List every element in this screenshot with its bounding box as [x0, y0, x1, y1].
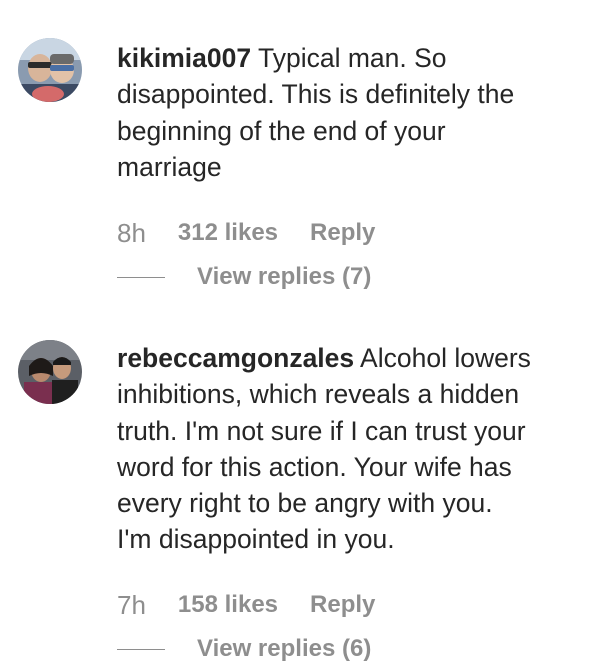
- reply-button[interactable]: Reply: [310, 219, 375, 247]
- avatar[interactable]: [18, 340, 82, 404]
- comment-likes[interactable]: 158 likes: [178, 591, 278, 619]
- replies-divider: [117, 648, 165, 650]
- view-replies-label: View replies (6): [197, 635, 372, 662]
- comment-meta: 7h 158 likes Reply: [117, 587, 375, 623]
- avatar[interactable]: [18, 38, 82, 102]
- comment-meta: 8h 312 likes Reply: [117, 215, 375, 251]
- replies-divider: [117, 276, 165, 278]
- view-replies-label: View replies (7): [197, 263, 372, 290]
- comment-body: Alcohol lowers inhibitions, which reveal…: [117, 343, 531, 555]
- comment-username[interactable]: kikimia007: [117, 43, 251, 73]
- comment-text: kikimia007 Typical man. So disappointed.…: [117, 40, 587, 185]
- comment-timestamp[interactable]: 8h: [117, 218, 146, 249]
- profile-photo-icon: [18, 38, 82, 102]
- view-replies-button[interactable]: View replies (6): [117, 633, 371, 665]
- view-replies-button[interactable]: View replies (7): [117, 261, 371, 293]
- comment-timestamp[interactable]: 7h: [117, 590, 146, 621]
- comment-text: rebeccamgonzales Alcohol lowers inhibiti…: [117, 340, 587, 558]
- reply-button[interactable]: Reply: [310, 591, 375, 619]
- profile-photo-icon: [18, 340, 82, 404]
- comment-username[interactable]: rebeccamgonzales: [117, 343, 354, 373]
- comment-likes[interactable]: 312 likes: [178, 219, 278, 247]
